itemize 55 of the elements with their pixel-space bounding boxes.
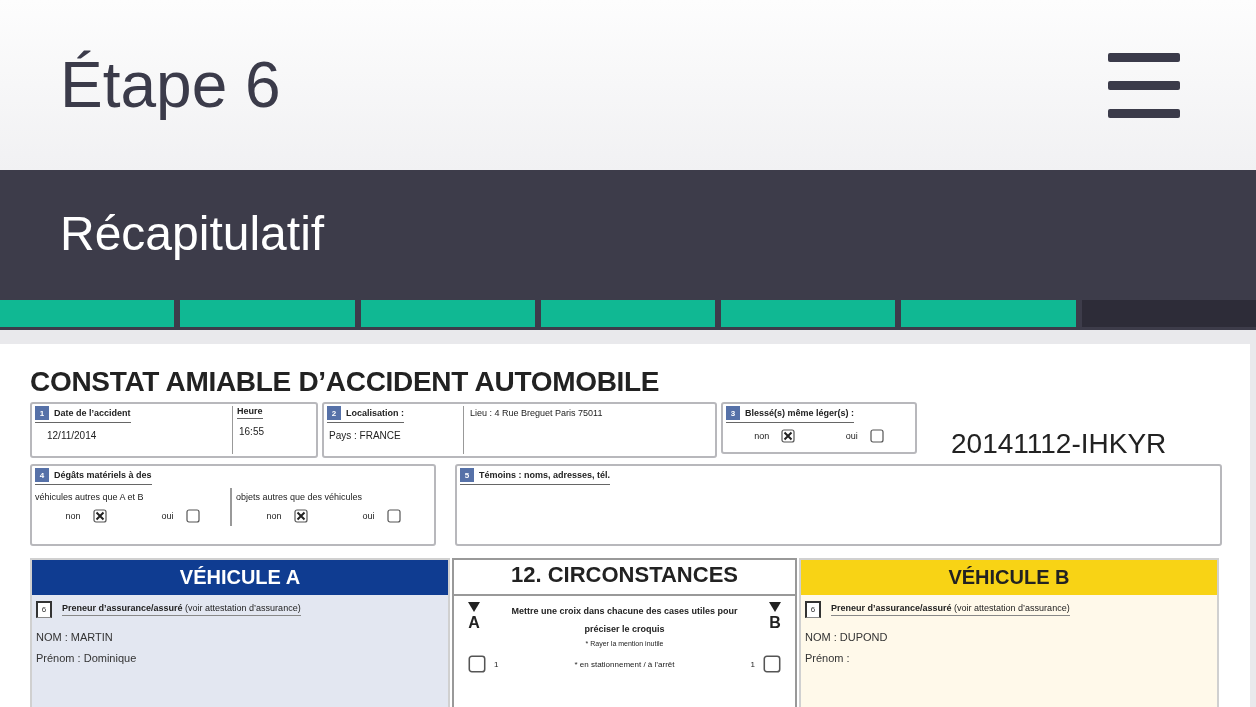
option-label: non — [266, 511, 282, 521]
option-label: oui — [845, 431, 858, 441]
down-triangle-icon — [468, 602, 480, 612]
field-label: objets autres que des véhicules — [236, 491, 364, 504]
section-title: Récapitulatif — [60, 206, 325, 261]
instructions-text: Mettre une croix dans chacune des cases utiles pour préciser le croquis — [510, 605, 739, 636]
field-label: Date de l’accident — [54, 408, 131, 418]
section-number: 3 — [726, 406, 740, 420]
field-label: Dégâts matériels à des — [54, 470, 152, 480]
reference-number: 20141112-IHKYR — [951, 428, 1167, 460]
field-label: Preneur d’assurance/assuré (voir attestation d’assurance) — [831, 603, 1070, 616]
checkbox[interactable] — [468, 655, 486, 673]
field-value: Prénom : Dominique — [35, 651, 138, 664]
checkbox[interactable] — [185, 509, 200, 523]
menu-icon[interactable] — [1108, 51, 1180, 119]
section-number: 6 — [805, 601, 821, 618]
circumstances-title: 12. CIRCONSTANCES — [454, 560, 795, 596]
field-label: Blessé(s) même léger(s) : — [745, 408, 855, 418]
checkbox[interactable] — [293, 509, 308, 523]
checkbox[interactable] — [92, 509, 107, 523]
field-label: Heure — [237, 406, 263, 416]
checkbox[interactable] — [763, 655, 781, 673]
country-value: Pays : FRANCE — [328, 429, 402, 443]
field-label: Preneur d’assurance/assuré (voir attestation d’assurance) — [62, 603, 301, 616]
section-number: 1 — [35, 406, 49, 420]
section-number: 4 — [35, 468, 49, 482]
option-label: non — [754, 431, 770, 441]
form-title: CONSTAT AMIABLE D’ACCIDENT AUTOMOBILE — [30, 366, 661, 398]
option-label: oui — [362, 511, 375, 521]
item-number: 1 — [494, 659, 499, 669]
vehicle-marker: B — [769, 614, 781, 632]
field-label: Témoins : noms, adresses, tél. — [479, 470, 611, 480]
checkbox[interactable] — [386, 509, 401, 523]
field-value: NOM : DUPOND — [804, 630, 889, 643]
step-title: Étape 6 — [60, 48, 281, 122]
field-value: Prénom : — [804, 651, 851, 664]
option-label: non — [65, 511, 81, 521]
time-value: 16:55 — [238, 425, 266, 439]
checkbox[interactable] — [869, 429, 884, 443]
section-number: 6 — [36, 601, 52, 618]
field-label: véhicules autres que A et B — [35, 491, 145, 504]
place-value: Lieu : 4 Rue Breguet Paris 75011 — [469, 407, 604, 420]
vehicle-title: VÉHICULE B — [801, 560, 1217, 595]
item-number: 1 — [750, 659, 755, 669]
field-value: NOM : MARTIN — [35, 630, 114, 643]
section-number: 2 — [327, 406, 341, 420]
checkbox[interactable] — [781, 429, 796, 443]
down-triangle-icon — [769, 602, 781, 612]
vehicle-title: VÉHICULE A — [32, 560, 448, 595]
option-label: oui — [161, 511, 174, 521]
section-number: 5 — [460, 468, 474, 482]
circumstance-text: * en stationnement / à l’arrêt — [573, 659, 676, 669]
vehicle-marker: A — [468, 614, 480, 632]
date-value: 12/11/2014 — [46, 429, 98, 443]
field-label: Localisation : — [346, 408, 404, 418]
